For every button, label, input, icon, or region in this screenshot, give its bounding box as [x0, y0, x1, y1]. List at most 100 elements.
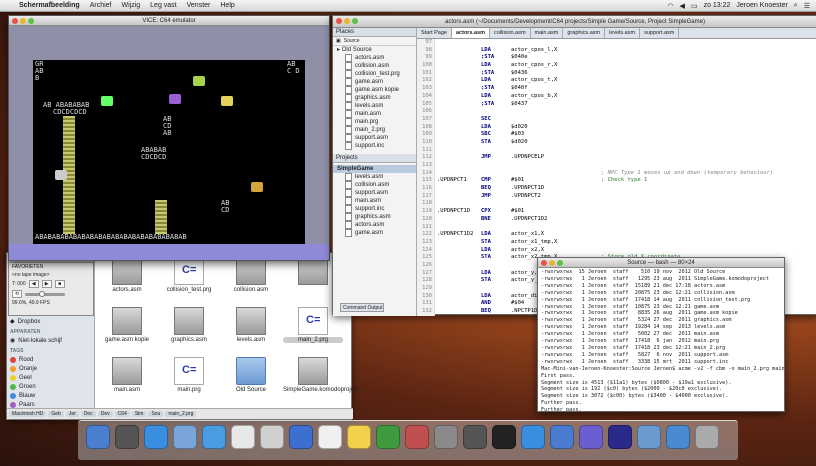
app-icon[interactable] [550, 425, 574, 449]
sidebar-item-disk[interactable]: ◉ Niet-lokale schijf [7, 336, 94, 345]
downloads-icon[interactable] [666, 425, 690, 449]
spotlight-icon[interactable]: ⌕ [794, 2, 798, 10]
editor-tab[interactable]: main.asm [531, 28, 564, 38]
minimize-icon[interactable] [344, 18, 350, 24]
notification-icon[interactable]: ☰ [804, 2, 810, 10]
sidebar-item-dropbox[interactable]: ◆ Dropbox [7, 317, 94, 326]
places-file-item[interactable]: main.prg [333, 118, 416, 126]
places-file-item[interactable]: game.asm [333, 78, 416, 86]
close-icon[interactable] [336, 18, 342, 24]
notes-icon[interactable] [347, 425, 371, 449]
pathbar-item[interactable]: Dev [97, 411, 113, 417]
editor-tab[interactable]: graphics.asm [563, 28, 606, 38]
vice-icon[interactable] [608, 425, 632, 449]
safari-icon[interactable] [144, 425, 168, 449]
command-output-tab[interactable]: Command Output [340, 303, 384, 312]
project-file-item[interactable]: collision.asm [333, 181, 416, 189]
sidebar-tag-rood[interactable]: Rood [7, 355, 94, 364]
editor-tab[interactable]: collision.asm [490, 28, 531, 38]
places-file-item[interactable]: support.asm [333, 134, 416, 142]
finder-file-item[interactable]: actors.asm [97, 257, 157, 293]
reset-button[interactable]: ⟲ [12, 290, 22, 298]
volume-icon[interactable]: ◀︎ [680, 2, 685, 10]
sidebar-tag-blauw[interactable]: Blauw [7, 391, 94, 400]
vmware-icon[interactable] [260, 425, 284, 449]
finder-file-item[interactable]: SimpleGame.komodoproject [283, 357, 359, 393]
zoom-icon[interactable] [557, 260, 563, 266]
places-file-item[interactable]: game.asm kopie [333, 86, 416, 94]
menu-venster[interactable]: Venster [182, 2, 216, 9]
finder-file-item[interactable]: main.asm [97, 357, 157, 393]
places-folder-select[interactable]: Source [344, 38, 360, 44]
close-icon[interactable] [12, 18, 18, 24]
finder-file-item[interactable]: levels.asm [221, 307, 281, 343]
places-file-item[interactable]: collision_test.prg [333, 70, 416, 78]
project-file-item[interactable]: graphics.asm [333, 213, 416, 221]
photos-icon[interactable] [405, 425, 429, 449]
folder-icon[interactable] [637, 425, 661, 449]
menu-archief[interactable]: Archief [85, 2, 117, 9]
places-file-item[interactable]: collision.asm [333, 62, 416, 70]
xcode-icon[interactable] [289, 425, 313, 449]
komodo-icon[interactable] [376, 425, 400, 449]
zoom-icon[interactable] [28, 18, 34, 24]
ical-icon[interactable] [231, 425, 255, 449]
wifi-icon[interactable]: ◠ [667, 2, 673, 10]
sidebar-tag-geel[interactable]: Geel [7, 373, 94, 382]
project-file-item[interactable]: main.asm [333, 197, 416, 205]
sidebar-tag-groen[interactable]: Groen [7, 382, 94, 391]
sysprefs-icon[interactable] [434, 425, 458, 449]
pathbar-item[interactable]: Sou [148, 411, 164, 417]
menubar-clock[interactable]: zo 13:22 [704, 2, 731, 9]
terminal-icon[interactable] [492, 425, 516, 449]
finder-file-item[interactable]: collision.asm [221, 257, 281, 293]
finder-file-item[interactable]: Old Source [221, 357, 281, 393]
speed-slider[interactable] [25, 290, 65, 297]
textedit-icon[interactable] [318, 425, 342, 449]
places-file-item[interactable]: main_2.prg [333, 126, 416, 134]
project-file-item[interactable]: support.asm [333, 189, 416, 197]
sidebar-tag-oranje[interactable]: Oranje [7, 364, 94, 373]
project-file-item[interactable]: game.asm [333, 229, 416, 237]
pathbar-item[interactable]: Jer [65, 411, 79, 417]
finder-file-item[interactable]: graphics.asm [159, 307, 219, 343]
places-file-item[interactable]: actors.asm [333, 54, 416, 62]
project-file-item[interactable]: levels.asm [333, 173, 416, 181]
project-file-item[interactable]: actors.asm [333, 221, 416, 229]
battery-icon[interactable]: ▭ [691, 2, 698, 10]
pathbar-item[interactable]: Geb [48, 411, 64, 417]
play-button[interactable]: ▶ [41, 280, 52, 288]
launchpad-icon[interactable] [115, 425, 139, 449]
zoom-icon[interactable] [352, 18, 358, 24]
minimize-icon[interactable] [20, 18, 26, 24]
menu-app-name[interactable]: Schermafbeelding [14, 2, 85, 9]
places-file-item[interactable]: support.inc [333, 142, 416, 150]
project-simplegame[interactable]: SimpleGame [333, 165, 416, 173]
places-file-item[interactable]: levels.asm [333, 102, 416, 110]
places-old-source[interactable]: ▸ Old Source [333, 46, 416, 54]
menubar-user[interactable]: Jeroen Knoester [736, 2, 787, 9]
appstore-icon[interactable] [521, 425, 545, 449]
places-file-item[interactable]: main.asm [333, 110, 416, 118]
finder-file-item[interactable]: game.asm kopie [97, 307, 157, 343]
menu-wijzig[interactable]: Wijzig [116, 2, 145, 9]
editor-tab[interactable]: Start Page [417, 28, 452, 38]
app2-icon[interactable] [579, 425, 603, 449]
stop-button[interactable]: ■ [54, 280, 65, 288]
terminal-output[interactable]: -rwxrwxrwx 15 Jeroen staff 510 19 nov 20… [538, 268, 784, 411]
places-file-item[interactable]: graphics.asm [333, 94, 416, 102]
editor-tab[interactable]: support.asm [640, 28, 680, 38]
menu-help[interactable]: Help [215, 2, 239, 9]
editor-tab[interactable]: levels.asm [605, 28, 641, 38]
finder-file-item[interactable]: main.prg [159, 357, 219, 393]
itunes-icon[interactable] [202, 425, 226, 449]
activity-icon[interactable] [463, 425, 487, 449]
mail-icon[interactable] [173, 425, 197, 449]
close-icon[interactable] [541, 260, 547, 266]
menu-leg-vast[interactable]: Leg vast [145, 2, 181, 9]
pathbar-item[interactable]: Sim [131, 411, 147, 417]
c64-screen[interactable]: GR AB B AB C D AB ABABABAB CDCDCDCD AB C… [33, 60, 305, 244]
pathbar-item[interactable]: Macintosh HD [9, 411, 47, 417]
pathbar-item[interactable]: Doc [80, 411, 96, 417]
minimize-icon[interactable] [549, 260, 555, 266]
